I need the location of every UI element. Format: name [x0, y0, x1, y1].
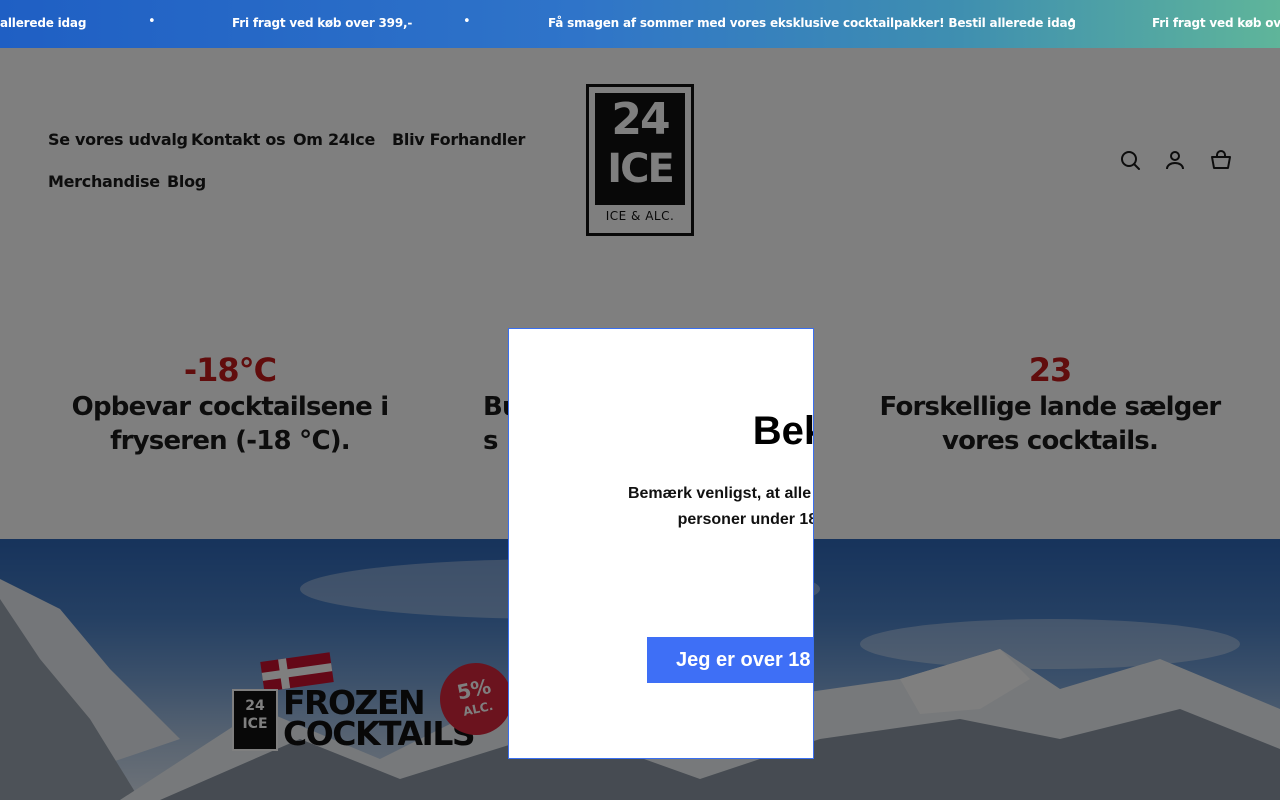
announcement-separator: • — [463, 14, 471, 29]
modal-title: Bekræ — [752, 409, 813, 453]
age-verification-modal: Bekræ Bemærk venligst, at alle købe vore… — [508, 328, 814, 759]
announcement-item: Fri fragt ved køb over 399,- — [232, 16, 413, 30]
announcement-bar: allerede idag • Fri fragt ved køb over 3… — [0, 0, 1280, 48]
announcement-item: Fri fragt ved køb over — [1152, 16, 1280, 30]
announcement-separator: • — [148, 14, 156, 29]
confirm-age-button[interactable]: Jeg er over 18 — [647, 637, 813, 683]
announcement-track: allerede idag • Fri fragt ved køb over 3… — [0, 0, 1280, 48]
announcement-item: Få smagen af sommer med vores eksklusive… — [548, 16, 1076, 30]
announcement-separator: • — [1068, 14, 1076, 29]
modal-body: Bemærk venligst, at alle købe vores prod… — [627, 485, 813, 528]
announcement-item: allerede idag — [0, 16, 87, 30]
